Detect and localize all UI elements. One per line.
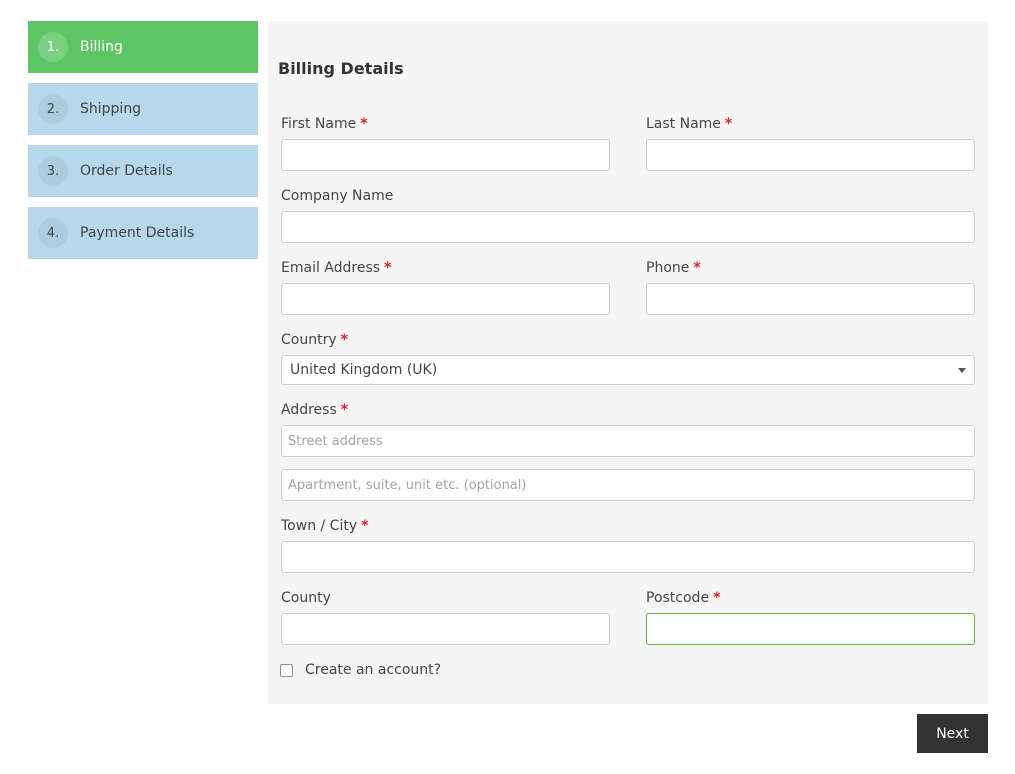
street-address-input[interactable] xyxy=(281,425,975,457)
required-mark: * xyxy=(724,116,733,132)
checkout-steps: 1. Billing 2. Shipping 3. Order Details … xyxy=(28,21,258,269)
postcode-input[interactable] xyxy=(646,613,975,645)
required-mark: * xyxy=(340,332,348,348)
town-city-input[interactable] xyxy=(281,541,975,573)
create-account-label[interactable]: Create an account? xyxy=(305,662,441,678)
address-label: Address * xyxy=(281,402,349,418)
phone-label: Phone * xyxy=(646,260,701,276)
required-mark: * xyxy=(713,590,721,606)
step-label: Shipping xyxy=(80,101,142,117)
address-line2-input[interactable] xyxy=(281,469,975,501)
country-select[interactable]: United Kingdom (UK) xyxy=(281,355,975,385)
postcode-label: Postcode * xyxy=(646,590,721,606)
phone-input[interactable] xyxy=(646,283,975,315)
first-name-input[interactable] xyxy=(281,139,610,171)
step-label: Order Details xyxy=(80,163,173,179)
last-name-label: Last Name * xyxy=(646,116,733,132)
chevron-down-icon xyxy=(958,368,966,373)
required-mark: * xyxy=(361,518,369,534)
required-mark: * xyxy=(693,260,701,276)
required-mark: * xyxy=(340,402,349,418)
required-mark: * xyxy=(384,260,392,276)
billing-panel: Billing Details First Name * Last Name * C… xyxy=(268,21,988,704)
first-name-label: First Name * xyxy=(281,116,368,132)
company-name-input[interactable] xyxy=(281,211,975,243)
step-order-details[interactable]: 3. Order Details xyxy=(28,145,258,197)
email-label: Email Address * xyxy=(281,260,392,276)
step-label: Payment Details xyxy=(80,225,195,241)
create-account-row: Create an account? xyxy=(280,662,441,678)
email-input[interactable] xyxy=(281,283,610,315)
step-shipping[interactable]: 2. Shipping xyxy=(28,83,258,135)
required-mark: * xyxy=(360,116,368,132)
create-account-checkbox[interactable] xyxy=(280,663,293,677)
next-button[interactable]: Next xyxy=(917,714,988,753)
country-label: Country * xyxy=(281,332,348,348)
company-name-label: Company Name xyxy=(281,188,394,204)
county-input[interactable] xyxy=(281,613,610,645)
step-payment-details[interactable]: 4. Payment Details xyxy=(28,207,258,259)
county-label: County xyxy=(281,590,331,606)
step-number: 3. xyxy=(38,156,68,186)
step-number: 2. xyxy=(38,94,68,124)
last-name-input[interactable] xyxy=(646,139,975,171)
town-city-label: Town / City * xyxy=(281,518,369,534)
country-selected-value: United Kingdom (UK) xyxy=(290,362,438,378)
step-billing[interactable]: 1. Billing xyxy=(28,21,258,73)
step-number: 1. xyxy=(38,32,68,62)
step-number: 4. xyxy=(38,218,68,248)
page-title: Billing Details xyxy=(278,59,404,78)
step-label: Billing xyxy=(80,39,123,55)
